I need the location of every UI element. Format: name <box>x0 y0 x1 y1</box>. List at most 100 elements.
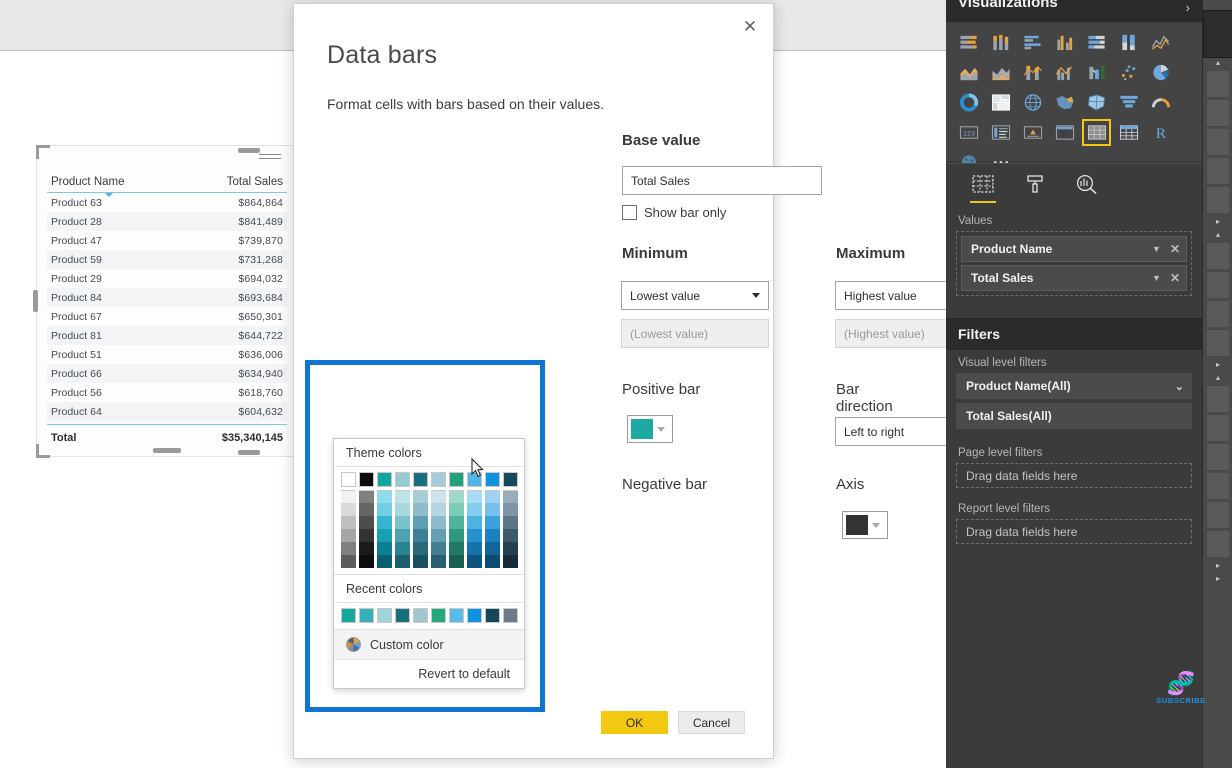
theme-shade-swatch[interactable] <box>359 555 374 568</box>
map-chart[interactable] <box>1018 89 1047 116</box>
field-item[interactable] <box>1207 129 1229 155</box>
pie-chart[interactable] <box>1146 59 1175 86</box>
theme-shade-swatch[interactable] <box>503 490 518 503</box>
theme-shade-swatch[interactable] <box>467 503 482 516</box>
report-level-drop-zone[interactable]: Drag data fields here <box>956 519 1192 544</box>
table-row[interactable]: Product 64 $604,632 <box>47 402 287 421</box>
theme-shade-swatch[interactable] <box>503 529 518 542</box>
scatter-chart[interactable] <box>1114 59 1143 86</box>
theme-shade-swatch[interactable] <box>503 542 518 555</box>
field-item[interactable] <box>1207 531 1229 557</box>
field-item[interactable] <box>1207 243 1229 269</box>
theme-shade-swatch[interactable] <box>449 490 464 503</box>
chevron-down-icon[interactable]: ▼ <box>1152 273 1161 283</box>
theme-color-swatch[interactable] <box>449 472 464 487</box>
theme-shade-swatch[interactable] <box>467 490 482 503</box>
theme-shade-swatch[interactable] <box>377 542 392 555</box>
theme-shade-swatch[interactable] <box>449 503 464 516</box>
theme-shade-swatch[interactable] <box>431 490 446 503</box>
clustered-column-chart[interactable] <box>1050 29 1079 56</box>
column-header-total-sales[interactable]: Total Sales <box>227 176 283 188</box>
theme-shade-swatch[interactable] <box>413 542 428 555</box>
theme-shade-swatch[interactable] <box>395 542 410 555</box>
theme-shade-swatch[interactable] <box>341 503 356 516</box>
revert-to-default-item[interactable]: Revert to default <box>334 659 524 688</box>
theme-shade-swatch[interactable] <box>377 490 392 503</box>
donut-chart[interactable] <box>954 89 983 116</box>
theme-shade-swatch[interactable] <box>395 490 410 503</box>
visual-filter-chip[interactable]: Product Name(All) ⌄ <box>956 373 1192 399</box>
theme-shade-swatch[interactable] <box>503 503 518 516</box>
expand-triangle-icon[interactable]: ▴ <box>1203 58 1232 67</box>
theme-shade-swatch[interactable] <box>377 555 392 568</box>
collapse-panel-icon[interactable]: › <box>1186 0 1190 15</box>
field-item[interactable] <box>1207 187 1229 213</box>
theme-shade-swatch[interactable] <box>341 529 356 542</box>
kpi-visual[interactable] <box>1018 119 1047 146</box>
theme-shade-swatch[interactable] <box>341 516 356 529</box>
theme-shade-swatch[interactable] <box>467 516 482 529</box>
theme-color-swatch[interactable] <box>431 472 446 487</box>
table-row[interactable]: Product 56 $618,760 <box>47 383 287 402</box>
theme-shade-swatch[interactable] <box>449 555 464 568</box>
r-script-visual[interactable]: R <box>1146 119 1175 146</box>
table-row[interactable]: Product 29 $694,032 <box>47 269 287 288</box>
recent-color-swatch[interactable] <box>431 608 446 623</box>
theme-color-swatch[interactable] <box>467 472 482 487</box>
stacked-bar-chart[interactable] <box>954 29 983 56</box>
recent-color-swatch[interactable] <box>413 608 428 623</box>
recent-color-swatch[interactable] <box>377 608 392 623</box>
field-item[interactable] <box>1207 502 1229 528</box>
area-chart[interactable] <box>954 59 983 86</box>
show-bar-only-row[interactable]: Show bar only <box>622 205 726 220</box>
recent-color-swatch[interactable] <box>341 608 356 623</box>
positive-bar-color-button[interactable] <box>627 415 673 443</box>
theme-shade-swatch[interactable] <box>413 516 428 529</box>
theme-shade-swatch[interactable] <box>485 542 500 555</box>
field-item[interactable] <box>1207 415 1229 441</box>
gauge-chart[interactable] <box>1146 89 1175 116</box>
resize-handle-top[interactable] <box>238 148 260 153</box>
field-item[interactable] <box>1207 272 1229 298</box>
field-item[interactable] <box>1207 386 1229 412</box>
field-item[interactable] <box>1207 158 1229 184</box>
theme-shade-swatch[interactable] <box>413 555 428 568</box>
theme-shade-swatch[interactable] <box>395 529 410 542</box>
theme-shade-swatch[interactable] <box>341 555 356 568</box>
card-visual[interactable]: 123 <box>954 119 983 146</box>
field-item[interactable] <box>1207 301 1229 327</box>
theme-shade-swatch[interactable] <box>485 516 500 529</box>
stacked-area-chart[interactable] <box>986 59 1015 86</box>
remove-field-icon[interactable]: ✕ <box>1170 271 1180 285</box>
custom-color-item[interactable]: Custom color <box>334 629 524 659</box>
recent-color-swatch[interactable] <box>395 608 410 623</box>
multi-row-card[interactable] <box>986 119 1015 146</box>
axis-color-button[interactable] <box>842 511 888 539</box>
line-chart[interactable] <box>1146 29 1175 56</box>
theme-shade-swatch[interactable] <box>377 516 392 529</box>
theme-shade-swatch[interactable] <box>485 503 500 516</box>
field-item[interactable] <box>1207 444 1229 470</box>
theme-shade-swatch[interactable] <box>431 555 446 568</box>
stacked-column-chart[interactable] <box>986 29 1015 56</box>
theme-color-swatch[interactable] <box>341 472 356 487</box>
value-field-chip[interactable]: Total Sales ▼ ✕ <box>961 265 1187 291</box>
table-visual[interactable] <box>1082 119 1111 146</box>
theme-color-swatch[interactable] <box>485 472 500 487</box>
theme-shade-swatch[interactable] <box>359 529 374 542</box>
show-bar-only-checkbox[interactable] <box>622 205 637 220</box>
table-row[interactable]: Product 51 $636,006 <box>47 345 287 364</box>
cancel-button[interactable]: Cancel <box>678 711 745 734</box>
slicer-visual[interactable] <box>1050 119 1079 146</box>
column-header-product-name[interactable]: Product Name <box>51 176 125 197</box>
theme-shade-swatch[interactable] <box>413 503 428 516</box>
theme-shade-swatch[interactable] <box>431 516 446 529</box>
theme-shade-swatch[interactable] <box>341 542 356 555</box>
theme-shade-swatch[interactable] <box>467 555 482 568</box>
recent-color-swatch[interactable] <box>359 608 374 623</box>
funnel-chart[interactable] <box>1114 89 1143 116</box>
theme-shade-swatch[interactable] <box>413 529 428 542</box>
theme-shade-swatch[interactable] <box>485 555 500 568</box>
theme-shade-swatch[interactable] <box>485 529 500 542</box>
theme-color-swatch[interactable] <box>503 472 518 487</box>
